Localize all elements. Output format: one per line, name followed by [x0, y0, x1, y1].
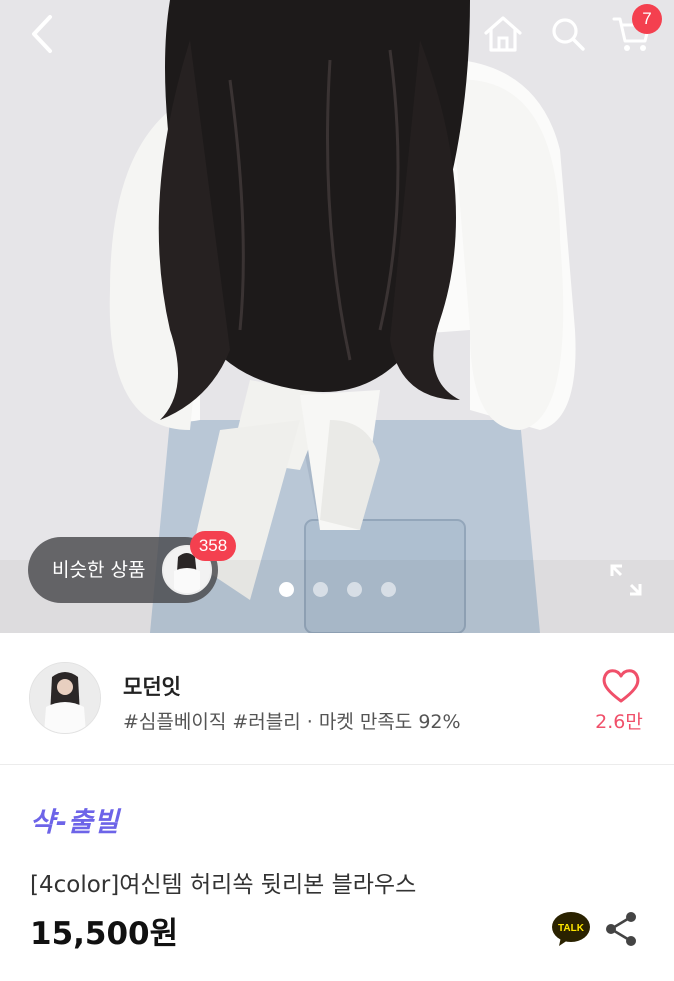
kakao-talk-label: TALK	[558, 923, 585, 934]
seller-avatar[interactable]	[29, 662, 101, 734]
home-button[interactable]	[478, 10, 528, 58]
top-navigation-bar: 7	[0, 0, 674, 70]
pagination-dot[interactable]	[279, 582, 294, 597]
similar-products-label: 비슷한 상품	[52, 559, 146, 581]
search-icon	[552, 18, 585, 51]
shop-logo[interactable]: 샥-출빌	[30, 800, 120, 839]
similar-products-count-badge: 358	[190, 531, 236, 561]
share-icon	[606, 912, 636, 946]
cart-count-badge: 7	[632, 4, 662, 34]
search-button[interactable]	[544, 10, 592, 58]
seller-name[interactable]: 모던잇	[123, 671, 181, 701]
pagination-dot[interactable]	[347, 582, 362, 597]
like-count: 2.6만	[595, 711, 643, 733]
home-icon	[484, 16, 522, 52]
expand-icon	[610, 564, 642, 596]
kakao-talk-button[interactable]: TALK	[551, 910, 591, 948]
chevron-left-icon	[32, 15, 52, 53]
fullscreen-button[interactable]	[606, 560, 646, 600]
product-image-gallery[interactable]: 7 비슷한 상품 358	[0, 0, 674, 633]
product-title: [4color]여신템 허리쏙 뒷리본 블라우스	[30, 872, 417, 898]
like-button[interactable]	[596, 663, 646, 709]
pagination-dot[interactable]	[313, 582, 328, 597]
heart-icon	[602, 669, 640, 703]
back-button[interactable]	[18, 10, 66, 58]
pagination-dot[interactable]	[381, 582, 396, 597]
gallery-pagination	[279, 582, 396, 598]
seller-tags: #심플베이직 #러블리 · 마켓 만족도 92%	[123, 711, 461, 733]
seller-info-row[interactable]: 모던잇 #심플베이직 #러블리 · 마켓 만족도 92% 2.6만	[0, 633, 674, 765]
product-price: 15,500원	[30, 916, 179, 952]
kakao-talk-icon: TALK	[552, 912, 590, 946]
share-button[interactable]	[604, 910, 638, 948]
